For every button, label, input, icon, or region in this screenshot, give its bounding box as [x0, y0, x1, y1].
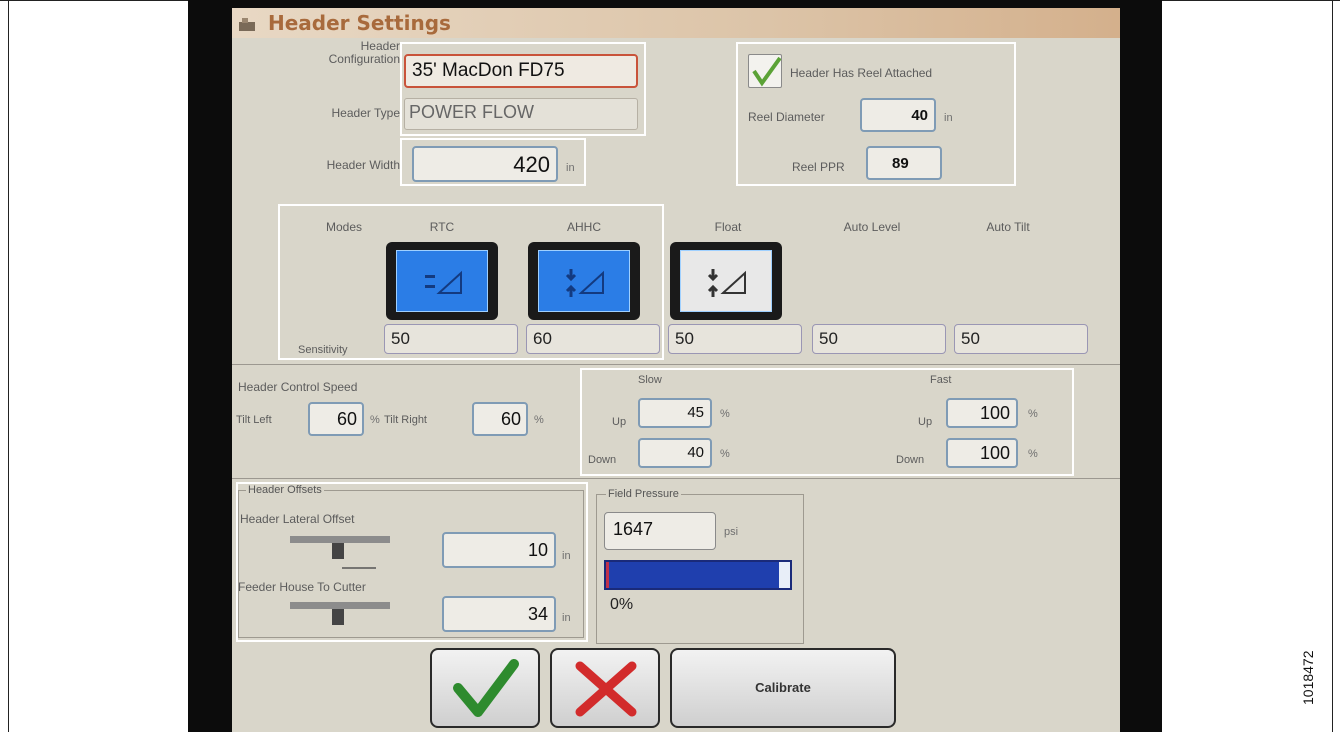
cancel-button[interactable] [550, 648, 660, 728]
field-pressure-percent: 0% [610, 596, 634, 613]
page-left-border [8, 0, 9, 732]
sensitivity-auto-level-field[interactable]: 50 [812, 324, 946, 354]
field-pressure-unit: psi [724, 526, 739, 538]
highlight-offsets [236, 482, 588, 642]
sensitivity-float-field[interactable]: 50 [668, 324, 802, 354]
mode-auto-tilt-label: Auto Tilt [986, 220, 1030, 234]
header-type-label: Header Type [331, 106, 401, 120]
section-divider-1 [232, 364, 1120, 365]
header-width-label: Header Width [326, 158, 400, 172]
mode-float-label: Float [714, 220, 742, 234]
title-bar: Header Settings [232, 8, 1120, 38]
tilt-right-label: Tilt Right [384, 414, 427, 426]
highlight-modes [278, 204, 664, 360]
header-control-speed-title: Header Control Speed [238, 380, 358, 394]
header-settings-screen: Header Settings Header Configuration 35'… [232, 8, 1120, 732]
mode-float-button[interactable] [670, 242, 782, 320]
tilt-right-field[interactable]: 60 [472, 402, 528, 436]
section-divider-2 [232, 478, 1120, 479]
highlight-header-config [400, 42, 646, 136]
mode-auto-level-label: Auto Level [843, 220, 901, 234]
close-icon [575, 661, 637, 717]
sensitivity-auto-tilt-field[interactable]: 50 [954, 324, 1088, 354]
page-right-border [1332, 0, 1333, 732]
page-title: Header Settings [268, 11, 451, 35]
field-pressure-bar-marker [606, 562, 609, 588]
calibrate-button[interactable]: Calibrate [670, 648, 896, 728]
tilt-left-label: Tilt Left [236, 414, 272, 426]
field-pressure-title: Field Pressure [606, 488, 681, 500]
highlight-header-width [400, 138, 586, 186]
header-configuration-label: Header Configuration [328, 39, 400, 66]
accept-button[interactable] [430, 648, 540, 728]
figure-id: 1018472 [1300, 650, 1316, 705]
highlight-speed [580, 368, 1074, 476]
field-pressure-bar [604, 560, 792, 590]
float-mode-icon [707, 269, 746, 297]
tilt-right-percent: % [534, 414, 544, 426]
checkmark-icon [453, 659, 519, 717]
tilt-left-field[interactable]: 60 [308, 402, 364, 436]
highlight-reel [736, 42, 1016, 186]
header-settings-icon [239, 18, 255, 31]
tilt-left-percent: % [370, 414, 380, 426]
field-pressure-value: 1647 [604, 512, 716, 550]
field-pressure-bar-fill [606, 562, 779, 588]
